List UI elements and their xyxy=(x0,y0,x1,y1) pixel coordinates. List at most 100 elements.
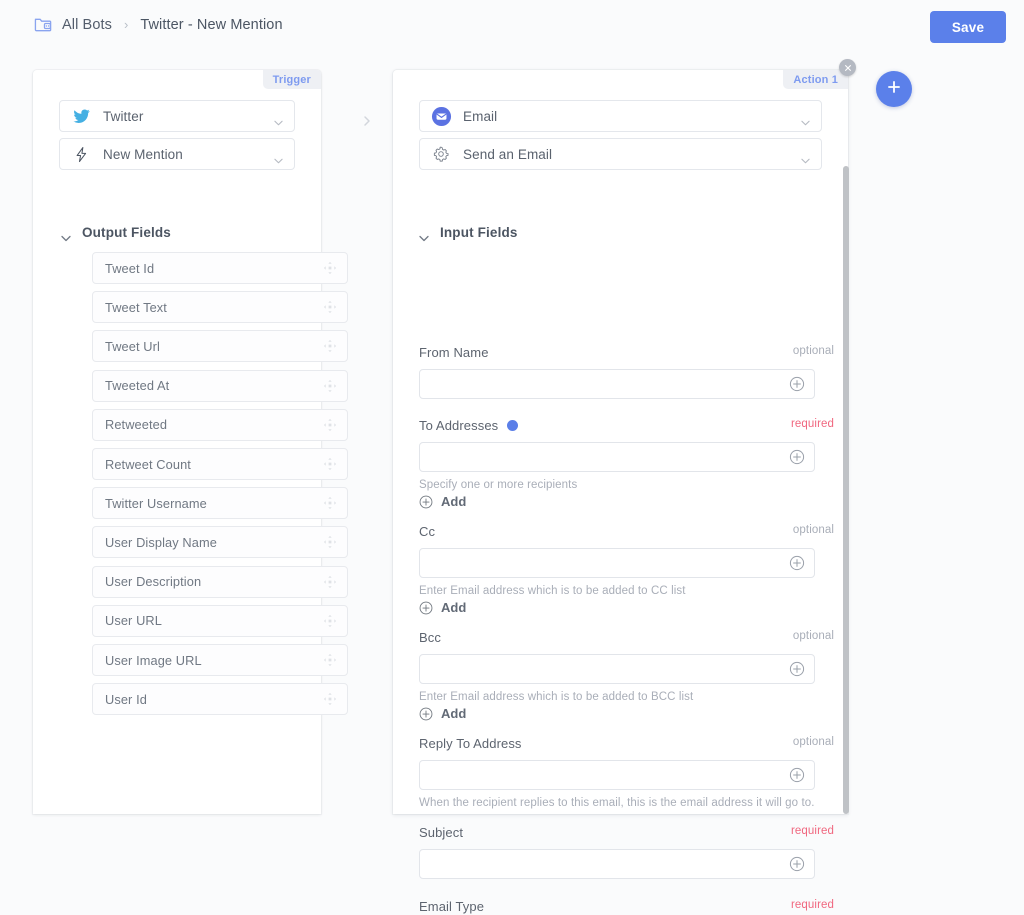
input-field-requirement: required xyxy=(791,825,834,837)
insert-variable-icon[interactable] xyxy=(789,856,805,872)
add-row-label: Add xyxy=(441,600,467,615)
input-field: Email Type required xyxy=(419,898,834,915)
input-fields-title: Input Fields xyxy=(440,225,518,240)
drag-handle-icon[interactable] xyxy=(323,575,337,589)
input-fields-section-header[interactable]: Input Fields xyxy=(419,225,518,242)
drag-handle-icon[interactable] xyxy=(323,339,337,353)
output-field-label: User Image URL xyxy=(105,652,202,668)
insert-variable-icon[interactable] xyxy=(789,767,805,783)
output-field-row[interactable]: User URL xyxy=(92,604,348,637)
input-field: Subject required xyxy=(419,824,834,879)
output-field-row[interactable]: User Description xyxy=(92,565,348,598)
mapped-value-dot-icon[interactable] xyxy=(507,420,519,431)
input-field-box[interactable] xyxy=(419,654,815,684)
email-icon xyxy=(430,105,452,127)
save-button[interactable]: Save xyxy=(930,11,1006,43)
input-field-label-row: To Addresses required xyxy=(419,417,834,434)
output-field-label: Tweet Text xyxy=(105,299,167,315)
input-field-label-row: Email Type required xyxy=(419,898,834,915)
add-row-button[interactable]: Add xyxy=(419,600,815,615)
action-card-scrollbar-thumb[interactable] xyxy=(843,166,849,814)
input-field-label-row: Cc optional xyxy=(419,523,834,540)
input-field-requirement: optional xyxy=(792,630,834,642)
trigger-app-value: Twitter xyxy=(103,108,144,124)
input-field-requirement: required xyxy=(791,899,834,911)
output-field-row[interactable]: Tweet Url xyxy=(92,330,348,363)
insert-variable-icon[interactable] xyxy=(789,661,805,677)
add-row-button[interactable]: Add xyxy=(419,494,815,509)
close-icon[interactable] xyxy=(839,59,856,76)
drag-handle-icon[interactable] xyxy=(323,379,337,393)
twitter-icon xyxy=(70,105,92,127)
action-app-select[interactable]: Email xyxy=(419,100,822,132)
output-field-row[interactable]: Retweeted xyxy=(92,408,348,441)
trigger-app-select[interactable]: Twitter xyxy=(59,100,295,132)
insert-variable-icon[interactable] xyxy=(789,376,805,392)
trigger-event-select[interactable]: New Mention xyxy=(59,138,295,170)
drag-handle-icon[interactable] xyxy=(323,418,337,432)
input-field: From Name optional xyxy=(419,344,834,399)
add-row-button[interactable]: Add xyxy=(419,706,815,721)
insert-variable-icon[interactable] xyxy=(789,449,805,465)
output-field-row[interactable]: User Image URL xyxy=(92,644,348,676)
input-field: Cc optional Enter Email address which is t… xyxy=(419,523,834,615)
input-field-help-text: Enter Email address which is to be added… xyxy=(419,691,694,703)
add-step-button[interactable] xyxy=(876,71,912,107)
output-field-row[interactable]: Tweet Text xyxy=(92,291,348,324)
action-app-value: Email xyxy=(463,108,498,124)
breadcrumb-all-bots[interactable]: All Bots xyxy=(62,17,112,33)
output-field-label: User Description xyxy=(105,574,202,590)
chevron-down-icon xyxy=(419,229,429,242)
output-field-row[interactable]: Retweet Count xyxy=(92,448,348,480)
input-field: Bcc optional Enter Email address which is … xyxy=(419,629,834,721)
drag-handle-icon[interactable] xyxy=(323,496,337,510)
output-field-label: Retweet Count xyxy=(105,456,191,472)
output-field-row[interactable]: Tweeted At xyxy=(92,369,348,402)
trigger-card: Trigger Twitter New Mention Output Field… xyxy=(33,70,348,814)
action-operation-value: Send an Email xyxy=(463,146,553,162)
input-field-label: Cc xyxy=(419,524,436,539)
breadcrumb-separator: › xyxy=(123,17,129,32)
output-field-label: Tweet Url xyxy=(105,338,160,354)
add-row-label: Add xyxy=(441,494,467,509)
drag-handle-icon[interactable] xyxy=(323,457,337,471)
input-field-label-row: Bcc optional xyxy=(419,629,834,646)
input-field-help-text: When the recipient replies to this email… xyxy=(419,797,815,809)
chevron-down-icon xyxy=(274,113,283,126)
drag-handle-icon[interactable] xyxy=(323,614,337,628)
input-field-box[interactable] xyxy=(419,442,815,472)
trigger-event-value: New Mention xyxy=(103,146,183,162)
input-field-label: To Addresses xyxy=(419,418,499,433)
output-field-label: User Id xyxy=(105,691,147,707)
action-operation-select[interactable]: Send an Email xyxy=(419,138,822,170)
input-field-label: From Name xyxy=(419,345,489,360)
input-field-label-row: Subject required xyxy=(419,824,834,841)
output-fields-section-header[interactable]: Output Fields xyxy=(61,225,171,242)
input-field-label: Bcc xyxy=(419,630,441,645)
input-field-box[interactable] xyxy=(419,548,815,578)
input-field-label: Email Type xyxy=(419,899,485,914)
input-field-box[interactable] xyxy=(419,849,815,879)
input-field-label: Subject xyxy=(419,825,464,840)
drag-handle-icon[interactable] xyxy=(323,692,337,706)
input-field-box[interactable] xyxy=(419,369,815,399)
gear-icon xyxy=(430,143,452,165)
add-row-label: Add xyxy=(441,706,467,721)
action-tab-label: Action 1 xyxy=(783,70,848,89)
chevron-down-icon xyxy=(801,151,810,164)
drag-handle-icon[interactable] xyxy=(323,653,337,667)
output-field-row[interactable]: User Id xyxy=(92,683,348,716)
input-field: Reply To Address optional When the recipie… xyxy=(419,735,834,809)
drag-handle-icon[interactable] xyxy=(323,300,337,314)
chevron-down-icon xyxy=(801,113,810,126)
input-field-label: Reply To Address xyxy=(419,736,522,751)
output-field-row[interactable]: User Display Name xyxy=(92,526,348,559)
output-field-label: Retweeted xyxy=(105,417,168,433)
breadcrumb: All Bots › Twitter - New Mention xyxy=(34,15,283,34)
insert-variable-icon[interactable] xyxy=(789,555,805,571)
output-field-row[interactable]: Tweet Id xyxy=(92,252,348,284)
drag-handle-icon[interactable] xyxy=(323,535,337,549)
drag-handle-icon[interactable] xyxy=(323,261,337,275)
output-field-row[interactable]: Twitter Username xyxy=(92,487,348,520)
input-field-box[interactable] xyxy=(419,760,815,790)
